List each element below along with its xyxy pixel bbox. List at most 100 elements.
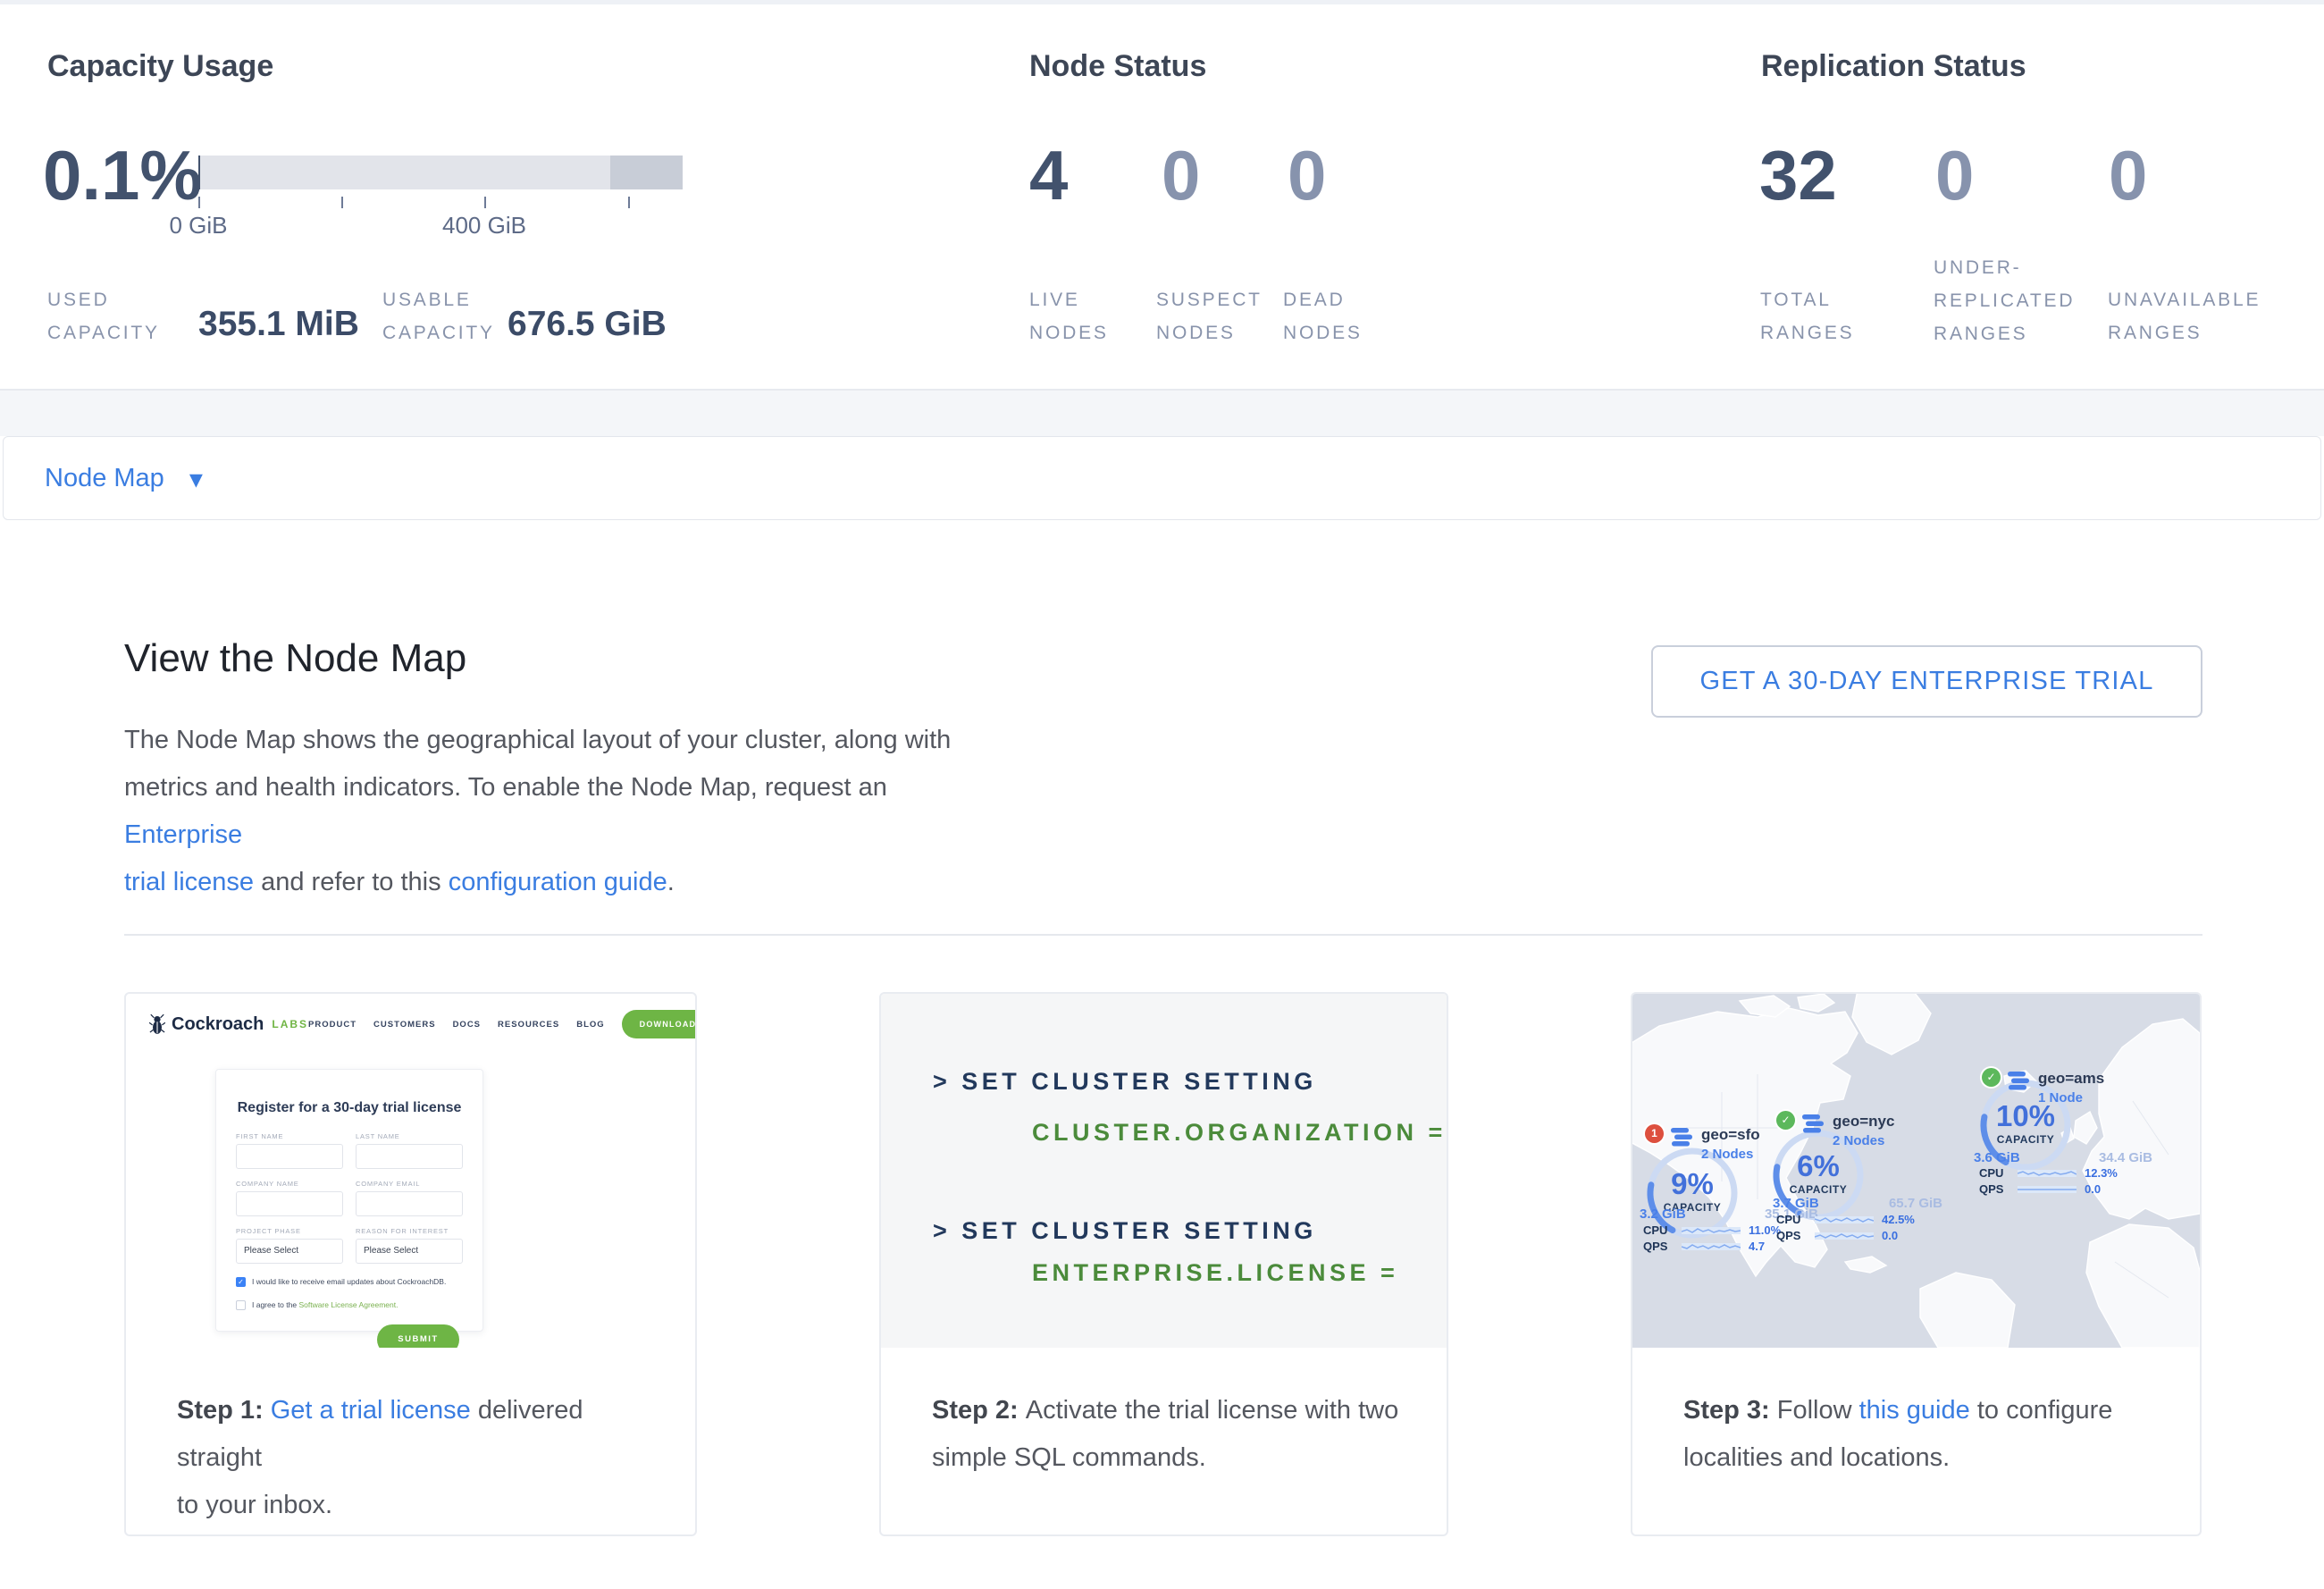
- section-divider: [124, 934, 2202, 936]
- node-map-illustration: 1 geo=sfo 2 Nodes 9% CAPACITY 3.2 GiB 35…: [1632, 994, 2200, 1348]
- total-ranges-count: 32: [1759, 140, 1837, 210]
- intro-paragraph: The Node Map shows the geographical layo…: [124, 717, 1000, 906]
- used-capacity: 3.2 GiB: [1640, 1206, 1686, 1222]
- company-name-field: [236, 1191, 343, 1216]
- replication-status-title: Replication Status: [1761, 49, 2026, 84]
- qps-label: QPS: [1643, 1240, 1674, 1253]
- project-phase-select: Please Select: [236, 1239, 343, 1264]
- total-capacity: 65.7 GiB: [1889, 1196, 1942, 1211]
- intro-line3: and refer to this: [254, 868, 449, 896]
- cpu-label: CPU: [1643, 1223, 1674, 1237]
- unavailable-ranges-count: 0: [2109, 140, 2147, 210]
- cockroach-labs-logo: Cockroach LABS: [149, 1013, 308, 1035]
- database-icon: [2008, 1072, 2031, 1091]
- node-status-title: Node Status: [1029, 49, 1206, 84]
- node-map-selector-label: Node Map: [45, 464, 164, 493]
- used-capacity: 3.7 GiB: [1773, 1196, 1819, 1211]
- page-title: View the Node Map: [124, 636, 466, 681]
- checkbox-checked-icon: ✓: [236, 1277, 246, 1287]
- enterprise-trial-license-link[interactable]: Enterprise: [124, 820, 242, 849]
- qps-value: 4.7: [1749, 1240, 1765, 1253]
- cluster-summary-panel: Capacity Usage 0.1% 0 GiB 400 GiB USED C…: [0, 4, 2324, 391]
- cpu-sparkline: [1815, 1214, 1874, 1225]
- total-capacity: 34.4 GiB: [2099, 1150, 2152, 1165]
- capacity-bar-reserved: [610, 156, 683, 189]
- capacity-percent: 6%: [1769, 1149, 1867, 1183]
- ok-badge: ✓: [1982, 1068, 2001, 1087]
- trial-license-form: Register for a 30-day trial license FIRS…: [215, 1069, 483, 1332]
- total-ranges-label: TOTAL RANGES: [1760, 283, 1894, 349]
- capacity-usage-title: Capacity Usage: [47, 49, 273, 84]
- configuration-guide-link[interactable]: configuration guide: [449, 868, 667, 896]
- registration-screenshot: Cockroach LABS PRODUCT CUSTOMERS DOCS RE…: [126, 994, 695, 1348]
- error-badge: 1: [1645, 1124, 1664, 1143]
- cockroach-icon: [149, 1013, 165, 1035]
- qps-value: 0.0: [2085, 1182, 2101, 1196]
- dead-nodes-label: DEAD NODES: [1283, 283, 1390, 349]
- get-trial-license-link[interactable]: Get a trial license: [271, 1396, 471, 1425]
- sql-line: CLUSTER.ORGANIZATION =: [1032, 1119, 1447, 1147]
- nav-customers: CUSTOMERS: [373, 1020, 436, 1030]
- locality-name: geo=nyc: [1833, 1113, 1894, 1131]
- database-icon: [1802, 1114, 1825, 1134]
- axis-tick-label: 400 GiB: [422, 212, 547, 240]
- capacity-label: CAPACITY: [1769, 1183, 1867, 1196]
- sql-line: ENTERPRISE.LICENSE =: [1032, 1259, 1398, 1287]
- under-replicated-count: 0: [1935, 140, 1974, 210]
- nav-docs: DOCS: [453, 1020, 481, 1030]
- node-map-selector[interactable]: Node Map ▾: [3, 436, 2321, 520]
- cpu-value: 12.3%: [2085, 1166, 2118, 1180]
- section-gap: [0, 391, 2324, 436]
- dead-nodes-count: 0: [1288, 140, 1326, 210]
- locality-node-count: 2 Nodes: [1833, 1133, 1894, 1148]
- locality-name: geo=sfo: [1701, 1126, 1760, 1144]
- submit-button: SUBMIT: [377, 1324, 459, 1348]
- nav-product: PRODUCT: [308, 1020, 357, 1030]
- qps-label: QPS: [1776, 1229, 1807, 1242]
- used-capacity-label: USED CAPACITY: [47, 283, 164, 349]
- axis-tick: [198, 197, 200, 208]
- step1-caption: Step 1: Get a trial license delivered st…: [126, 1348, 695, 1529]
- qps-sparkline: [1682, 1240, 1741, 1252]
- locality-name: geo=ams: [2038, 1070, 2104, 1088]
- axis-tick-label: 0 GiB: [136, 212, 261, 240]
- used-capacity-value: 355.1 MiB: [198, 305, 359, 344]
- enterprise-trial-license-link[interactable]: trial license: [124, 868, 254, 896]
- live-nodes-count: 4: [1029, 140, 1068, 210]
- chevron-down-icon: ▾: [189, 467, 203, 493]
- map-locality-nyc: ✓ geo=nyc 2 Nodes 6% CAPACITY 3.7 GiB 65…: [1771, 1110, 1978, 1289]
- locality-node-count: 1 Node: [2038, 1090, 2104, 1106]
- company-email-field: [356, 1191, 463, 1216]
- this-guide-link[interactable]: this guide: [1859, 1396, 1970, 1425]
- step1-card: Cockroach LABS PRODUCT CUSTOMERS DOCS RE…: [124, 992, 697, 1536]
- cpu-value: 42.5%: [1882, 1213, 1915, 1226]
- locality-node-count: 2 Nodes: [1701, 1147, 1760, 1162]
- usable-capacity-value: 676.5 GiB: [508, 305, 667, 344]
- nav-resources: RESOURCES: [498, 1020, 559, 1030]
- reason-select: Please Select: [356, 1239, 463, 1264]
- capacity-percent: 9%: [1643, 1167, 1741, 1201]
- ok-badge: ✓: [1776, 1111, 1795, 1130]
- capacity-label: CAPACITY: [1976, 1133, 2075, 1146]
- nav-blog: BLOG: [576, 1020, 604, 1030]
- intro-line1: The Node Map shows the geographical layo…: [124, 726, 951, 754]
- suspect-nodes-label: SUSPECT NODES: [1156, 283, 1299, 349]
- usable-capacity-label: USABLE CAPACITY: [382, 283, 512, 349]
- cpu-label: CPU: [1776, 1213, 1807, 1226]
- download-button: DOWNLOAD: [622, 1010, 695, 1038]
- qps-sparkline: [1815, 1230, 1874, 1241]
- intro-line2: metrics and health indicators. To enable…: [124, 773, 887, 802]
- sql-line: > SET CLUSTER SETTING: [933, 1068, 1317, 1096]
- last-name-field: [356, 1144, 463, 1169]
- suspect-nodes-count: 0: [1162, 140, 1200, 210]
- qps-value: 0.0: [1882, 1229, 1898, 1242]
- software-license-link: Software License Agreement.: [298, 1300, 398, 1309]
- cpu-sparkline: [2018, 1167, 2076, 1179]
- form-title: Register for a 30-day trial license: [236, 1100, 463, 1116]
- axis-tick: [484, 197, 486, 208]
- capacity-bar: [198, 156, 683, 189]
- unavailable-ranges-label: UNAVAILABLE RANGES: [2108, 283, 2304, 349]
- capacity-percent: 0.1%: [43, 140, 202, 210]
- enterprise-trial-button[interactable]: GET A 30-DAY ENTERPRISE TRIAL: [1651, 645, 2202, 718]
- capacity-bar-used: [198, 156, 200, 189]
